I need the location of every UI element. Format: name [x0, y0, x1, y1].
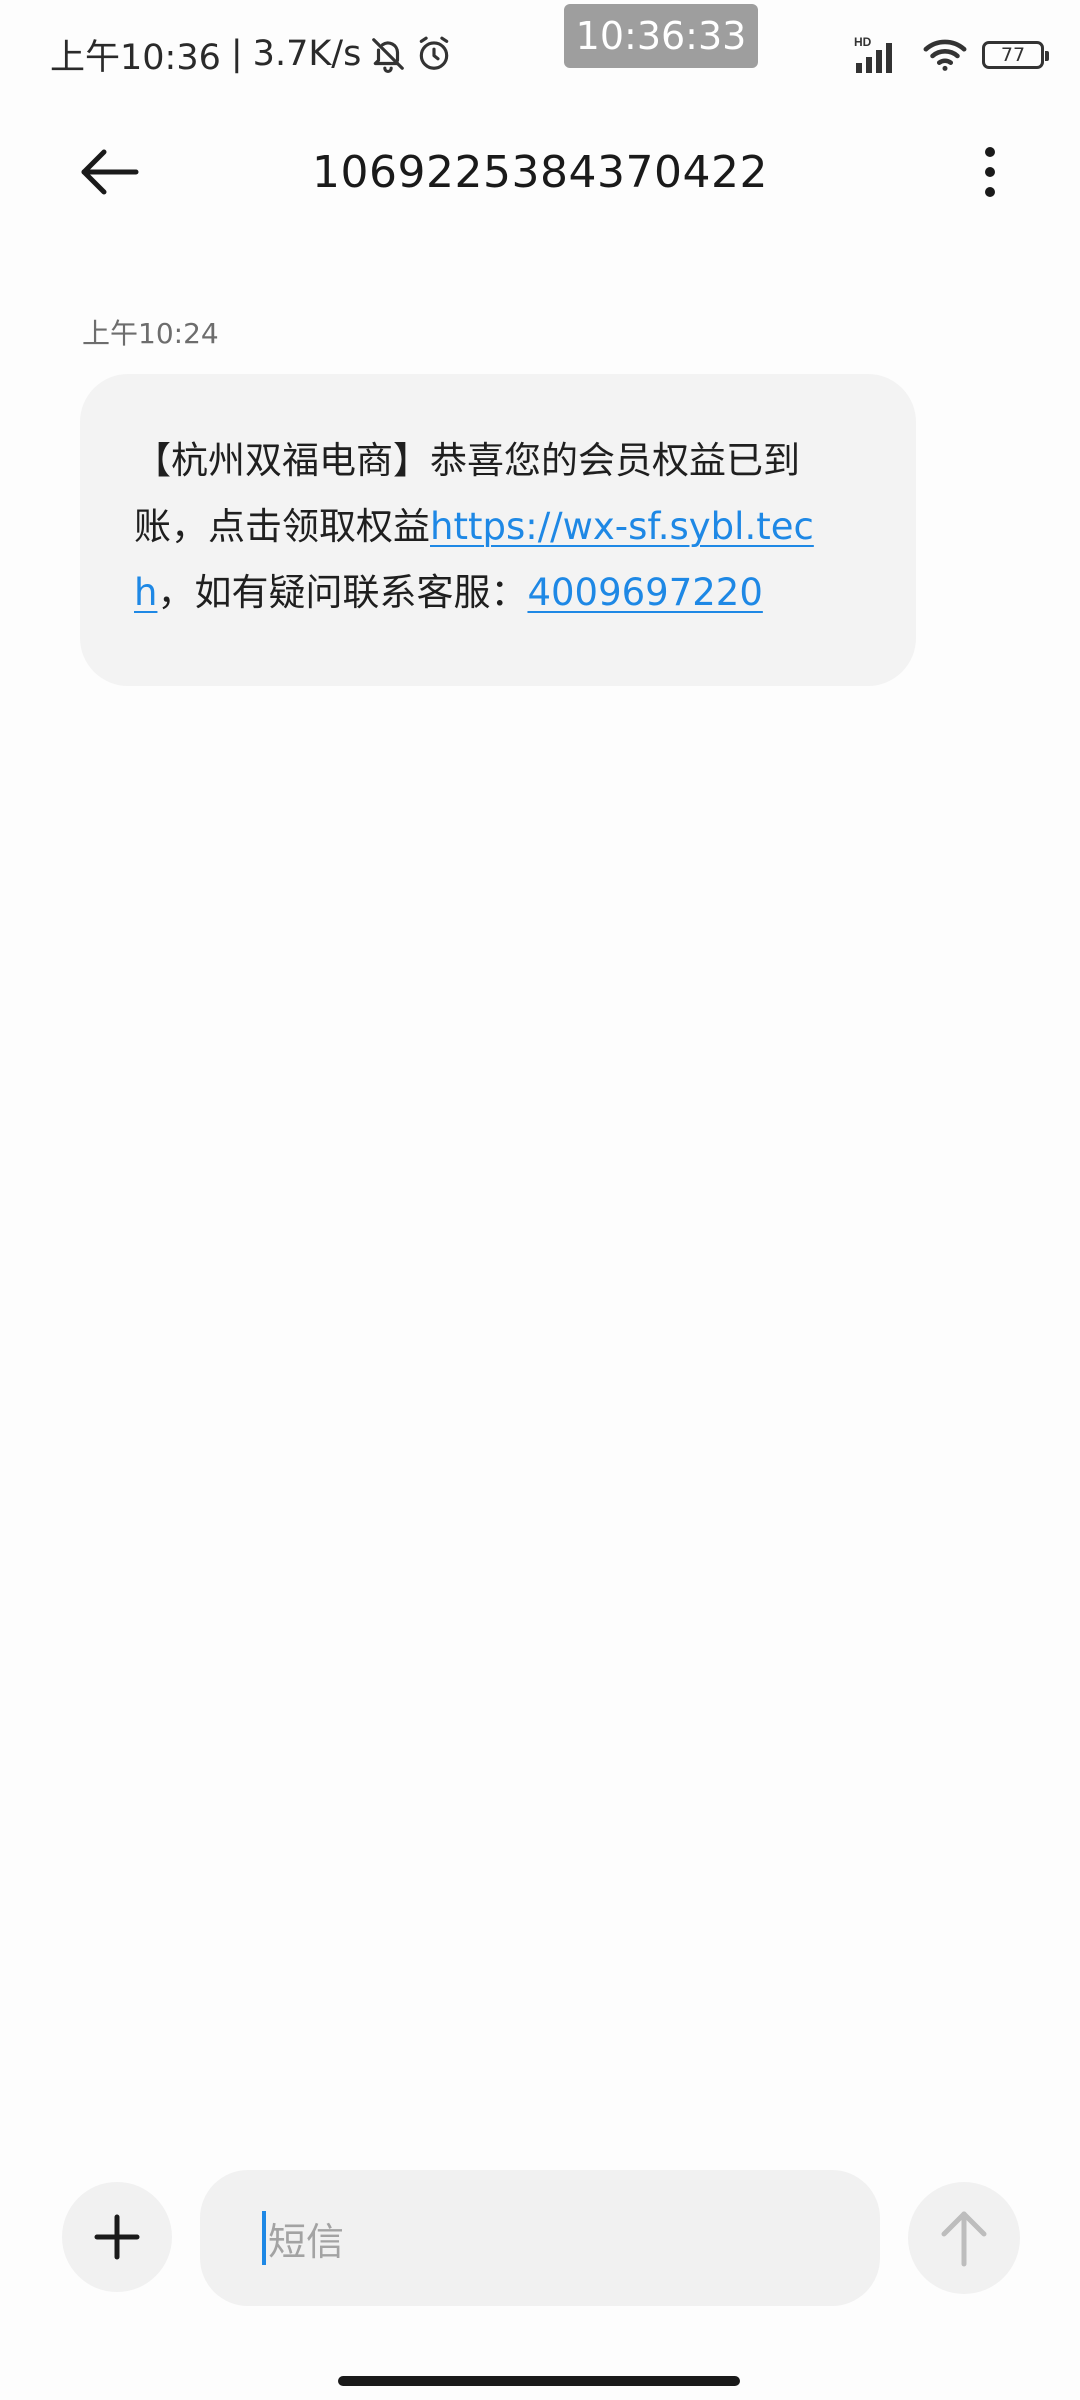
battery-icon: 77	[982, 41, 1049, 69]
arrow-up-icon	[941, 2211, 987, 2267]
message-input-placeholder: 短信	[268, 2219, 345, 2264]
status-time: 上午10:36	[50, 37, 221, 78]
status-right: HD 77	[854, 30, 1049, 80]
wifi-icon	[922, 35, 968, 75]
bell-off-icon	[369, 35, 407, 73]
home-indicator[interactable]	[338, 2376, 740, 2386]
status-left: 上午10:36 | 3.7K/s	[50, 28, 453, 80]
status-separator: |	[230, 34, 243, 74]
network-speed: 3.7K/s	[252, 34, 362, 74]
more-options-button[interactable]	[960, 140, 1020, 204]
battery-level: 77	[1000, 44, 1026, 66]
conversation-header: 1069225384370422	[0, 112, 1080, 232]
message-timestamp: 上午10:24	[82, 317, 219, 350]
arrow-left-icon	[81, 149, 139, 195]
message-text-continued: ，如有疑问联系客服：	[157, 571, 528, 614]
message-bubble[interactable]: 【杭州双福电商】恭喜您的会员权益已到账，点击领取权益https://wx-sf.…	[80, 374, 916, 686]
more-vertical-icon	[985, 147, 995, 197]
plus-icon	[94, 2214, 140, 2260]
clock-overlay: 10:36:33	[564, 4, 758, 68]
message-phone-link[interactable]: 4009697220	[527, 571, 762, 614]
send-button[interactable]	[908, 2182, 1020, 2294]
status-bar: 上午10:36 | 3.7K/s 10:36:33 HD 77	[0, 0, 1080, 110]
message-input[interactable]: 短信	[200, 2170, 880, 2306]
message-composer: 短信	[0, 2160, 1080, 2320]
network-badge: HD	[854, 35, 872, 49]
page-title: 1069225384370422	[312, 146, 768, 198]
screen: 上午10:36 | 3.7K/s 10:36:33 HD 77 10692253…	[0, 0, 1080, 2400]
alarm-icon	[415, 35, 453, 73]
back-button[interactable]	[70, 140, 150, 204]
text-caret	[262, 2211, 266, 2265]
attach-button[interactable]	[62, 2182, 172, 2292]
signal-icon: HD	[854, 35, 908, 75]
